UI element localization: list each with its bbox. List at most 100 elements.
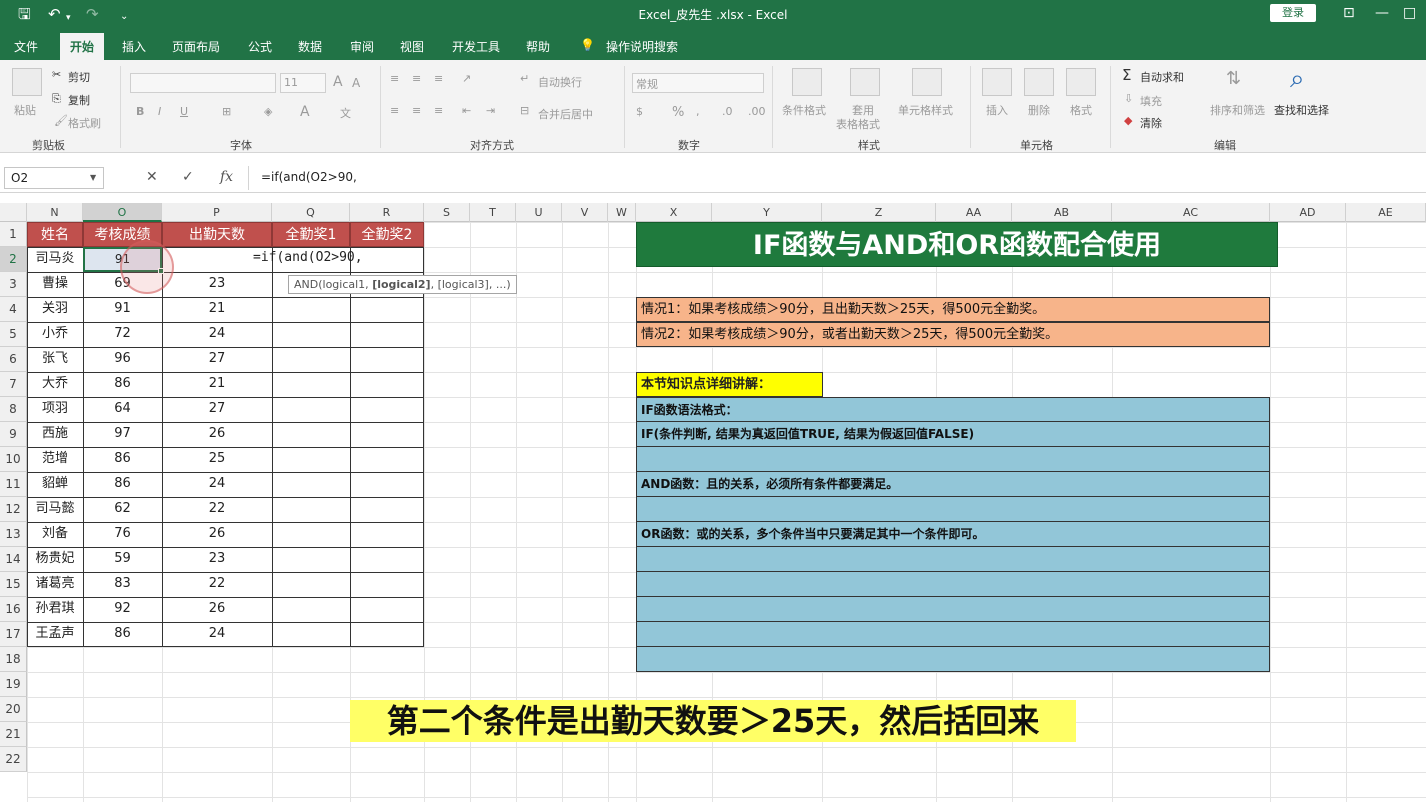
row-header[interactable]: 16	[0, 597, 27, 622]
score-cell[interactable]: 83	[83, 572, 162, 597]
align-right-icon[interactable]: ≡	[434, 104, 443, 117]
wrap-text-icon[interactable]: ↵	[520, 72, 529, 85]
column-header[interactable]: V	[562, 203, 608, 222]
column-header[interactable]: R	[350, 203, 424, 222]
maximize-icon[interactable]: □	[1403, 5, 1416, 21]
copy-icon[interactable]: ⎘	[52, 92, 61, 106]
days-cell[interactable]: 27	[162, 397, 272, 422]
score-cell[interactable]: 86	[83, 472, 162, 497]
tab-file[interactable]: 文件	[14, 38, 38, 55]
cancel-icon[interactable]: ✕	[146, 169, 158, 185]
name-cell[interactable]: 刘备	[27, 522, 83, 547]
insert-cells-icon[interactable]	[982, 68, 1012, 96]
formula-input[interactable]: =if(and(O2>90,	[248, 166, 1422, 190]
score-cell[interactable]: 86	[83, 622, 162, 647]
format-cells-icon[interactable]	[1066, 68, 1096, 96]
conditional-format-icon[interactable]	[792, 68, 822, 96]
name-cell[interactable]: 诸葛亮	[27, 572, 83, 597]
insert-function-icon[interactable]: fx	[220, 169, 233, 185]
find-select-button[interactable]: 查找和选择	[1274, 102, 1329, 118]
increase-indent-icon[interactable]: ⇥	[486, 104, 495, 117]
column-header[interactable]: AB	[1012, 203, 1112, 222]
days-cell[interactable]: 23	[162, 272, 272, 297]
align-center-icon[interactable]: ≡	[412, 104, 421, 117]
name-cell[interactable]: 小乔	[27, 322, 83, 347]
column-header[interactable]: AA	[936, 203, 1012, 222]
score-cell[interactable]: 64	[83, 397, 162, 422]
row-header[interactable]: 15	[0, 572, 27, 597]
days-cell[interactable]: 21	[162, 297, 272, 322]
tab-page-layout[interactable]: 页面布局	[172, 38, 220, 55]
select-all-corner[interactable]	[0, 203, 27, 222]
row-header[interactable]: 9	[0, 422, 27, 447]
header-bonus-2[interactable]: 全勤奖2	[350, 222, 424, 247]
name-box-dropdown-icon[interactable]: ▼	[90, 173, 96, 182]
delete-cells-icon[interactable]	[1024, 68, 1054, 96]
tab-help[interactable]: 帮助	[526, 38, 550, 55]
comma-icon[interactable]: ,	[696, 105, 700, 118]
score-cell[interactable]: 97	[83, 422, 162, 447]
days-cell[interactable]: 22	[162, 497, 272, 522]
score-cell[interactable]: 96	[83, 347, 162, 372]
font-size-select[interactable]: 11	[280, 73, 326, 93]
name-cell[interactable]: 西施	[27, 422, 83, 447]
row-header[interactable]: 1	[0, 222, 27, 247]
shrink-font-icon[interactable]: A	[352, 76, 360, 90]
orientation-icon[interactable]: ↗	[462, 72, 471, 85]
fill-icon[interactable]: ⇩	[1124, 92, 1133, 105]
column-header[interactable]: Y	[712, 203, 822, 222]
border-icon[interactable]: ⊞	[222, 105, 231, 118]
days-cell[interactable]: 24	[162, 322, 272, 347]
tab-formulas[interactable]: 公式	[248, 38, 272, 55]
score-cell[interactable]: 86	[83, 447, 162, 472]
row-header[interactable]: 18	[0, 647, 27, 672]
clear-icon[interactable]: ◆	[1124, 114, 1132, 127]
cut-icon[interactable]: ✂	[52, 68, 61, 81]
column-header[interactable]: T	[470, 203, 516, 222]
score-cell[interactable]: 59	[83, 547, 162, 572]
align-bottom-icon[interactable]: ≡	[434, 72, 443, 85]
column-header[interactable]: AD	[1270, 203, 1346, 222]
decrease-decimal-icon[interactable]: .00	[748, 105, 766, 118]
row-header[interactable]: 21	[0, 722, 27, 747]
name-cell[interactable]: 司马炎	[27, 247, 83, 272]
paste-button[interactable]: 粘贴	[14, 102, 36, 118]
days-cell[interactable]: 23	[162, 547, 272, 572]
score-cell[interactable]: 92	[83, 597, 162, 622]
align-top-icon[interactable]: ≡	[390, 72, 399, 85]
name-cell[interactable]: 王孟声	[27, 622, 83, 647]
increase-decimal-icon[interactable]: .0	[722, 105, 733, 118]
find-select-icon[interactable]: ⌕	[1290, 64, 1305, 95]
cell-edit-text[interactable]: =if(and(O2>90,	[253, 250, 363, 265]
column-header[interactable]: O	[83, 203, 162, 222]
row-header[interactable]: 11	[0, 472, 27, 497]
column-header[interactable]: N	[27, 203, 83, 222]
score-cell[interactable]: 91	[83, 297, 162, 322]
login-button[interactable]: 登录	[1270, 4, 1316, 22]
days-cell[interactable]: 25	[162, 447, 272, 472]
format-cells-button[interactable]: 格式	[1070, 102, 1092, 118]
score-cell[interactable]: 72	[83, 322, 162, 347]
name-box[interactable]: O2	[4, 167, 104, 189]
score-cell[interactable]: 62	[83, 497, 162, 522]
align-left-icon[interactable]: ≡	[390, 104, 399, 117]
format-painter-button[interactable]: 格式刷	[68, 115, 101, 131]
column-header[interactable]: AC	[1112, 203, 1270, 222]
column-header[interactable]: P	[162, 203, 272, 222]
autosum-icon[interactable]: Σ	[1122, 66, 1131, 84]
tab-data[interactable]: 数据	[298, 38, 322, 55]
days-cell[interactable]: 27	[162, 347, 272, 372]
row-header[interactable]: 13	[0, 522, 27, 547]
percent-icon[interactable]: %	[672, 105, 684, 120]
name-cell[interactable]: 曹操	[27, 272, 83, 297]
cell-styles-button[interactable]: 单元格样式	[898, 102, 953, 118]
name-cell[interactable]: 大乔	[27, 372, 83, 397]
format-painter-icon[interactable]: 🖌	[54, 114, 68, 127]
days-cell[interactable]: 26	[162, 422, 272, 447]
name-cell[interactable]: 关羽	[27, 297, 83, 322]
column-header[interactable]: X	[636, 203, 712, 222]
copy-button[interactable]: 复制	[68, 92, 90, 108]
row-header[interactable]: 17	[0, 622, 27, 647]
number-format-select[interactable]: 常规	[632, 73, 764, 93]
header-bonus-1[interactable]: 全勤奖1	[272, 222, 350, 247]
